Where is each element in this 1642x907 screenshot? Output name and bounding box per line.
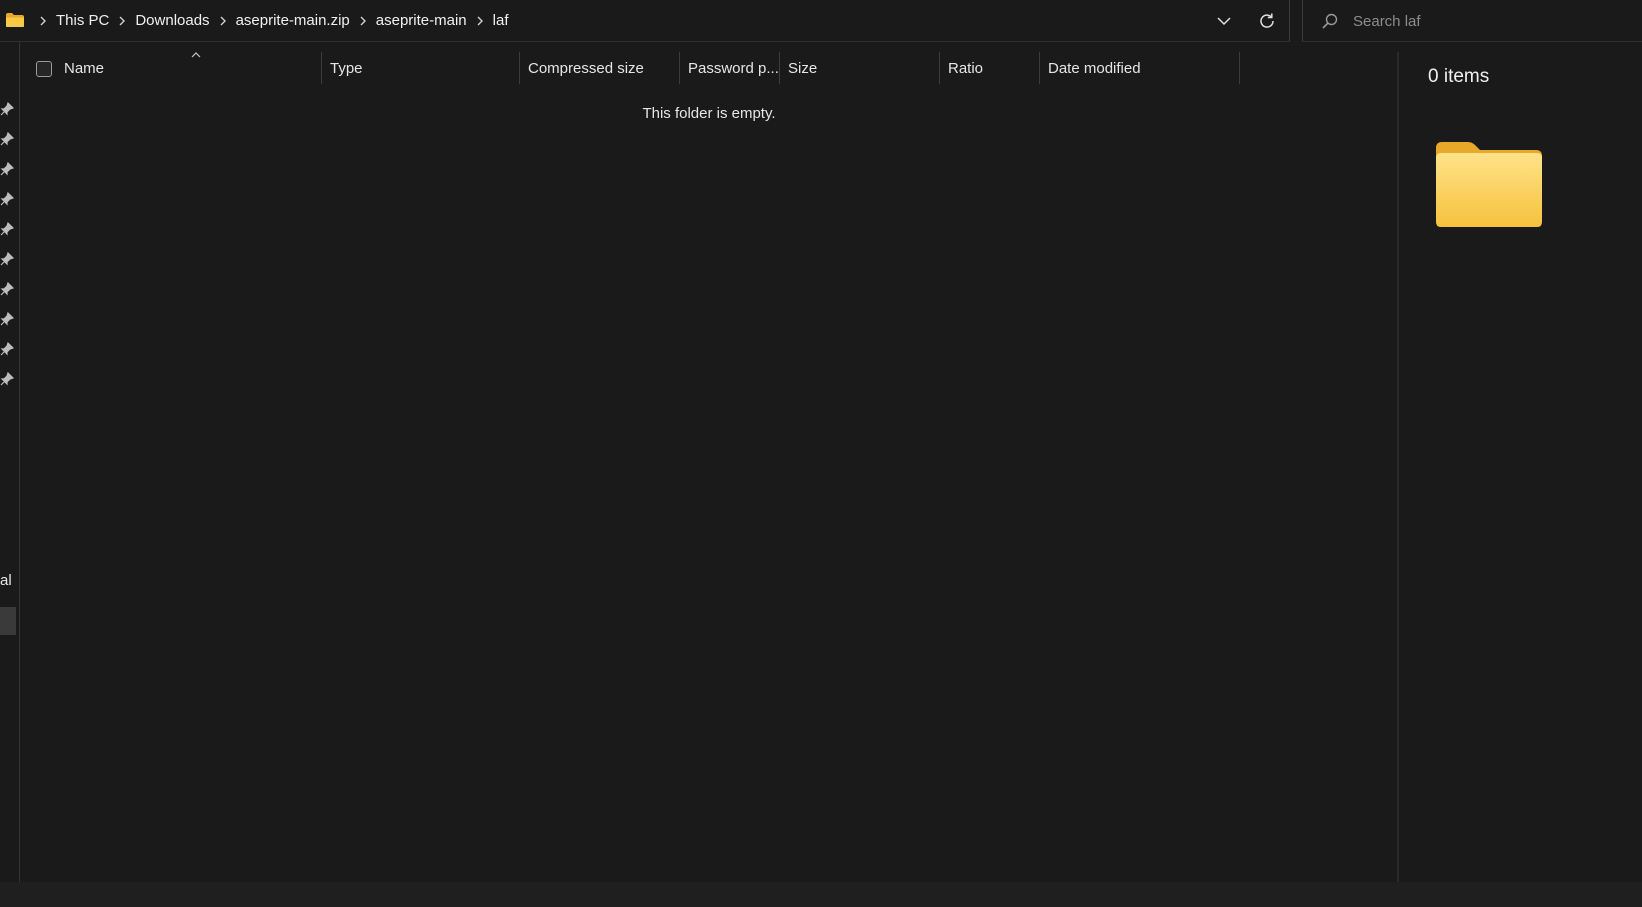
column-date-modified[interactable]: Date modified	[1040, 52, 1240, 84]
column-size[interactable]: Size	[780, 52, 940, 84]
pin-icon[interactable]	[0, 282, 14, 296]
items-count: 0 items	[1428, 66, 1490, 87]
chevron-right-icon[interactable]	[210, 16, 236, 26]
pin-icon[interactable]	[0, 132, 14, 146]
details-pane-divider[interactable]	[1397, 52, 1399, 882]
chevron-down-icon	[1217, 17, 1231, 26]
folder-icon	[1436, 142, 1542, 227]
refresh-button[interactable]	[1255, 9, 1279, 33]
breadcrumb: This PC Downloads aseprite-main.zip asep…	[30, 0, 509, 41]
navigation-pane: al	[0, 42, 20, 882]
column-password-protected[interactable]: Password p...	[680, 52, 780, 84]
breadcrumb-item-downloads[interactable]: Downloads	[135, 12, 209, 29]
column-compressed-size[interactable]: Compressed size	[520, 52, 680, 84]
status-bar	[0, 882, 1642, 907]
chevron-right-icon[interactable]	[350, 16, 376, 26]
chevron-right-icon[interactable]	[467, 16, 493, 26]
pin-icon[interactable]	[0, 252, 14, 266]
search-input[interactable]	[1353, 8, 1633, 34]
empty-folder-message: This folder is empty.	[642, 105, 776, 122]
column-name[interactable]: Name	[56, 52, 322, 84]
pin-icon[interactable]	[0, 222, 14, 236]
search-box[interactable]	[1302, 0, 1642, 42]
breadcrumb-item-laf[interactable]: laf	[493, 12, 509, 29]
chevron-right-icon[interactable]	[30, 16, 56, 26]
address-bar[interactable]: This PC Downloads aseprite-main.zip asep…	[0, 0, 1290, 42]
chevron-right-icon[interactable]	[109, 16, 135, 26]
folder-icon	[6, 13, 24, 27]
pin-icon[interactable]	[0, 192, 14, 206]
column-ratio[interactable]: Ratio	[940, 52, 1040, 84]
pin-icon[interactable]	[0, 162, 14, 176]
refresh-icon	[1260, 13, 1274, 28]
address-history-button[interactable]	[1212, 9, 1236, 33]
pin-icon[interactable]	[0, 312, 14, 326]
nav-item-partial-label[interactable]: al	[0, 572, 12, 589]
nav-item-selected[interactable]	[0, 607, 16, 635]
search-icon	[1322, 13, 1338, 29]
breadcrumb-item-aseprite-main[interactable]: aseprite-main	[376, 12, 467, 29]
breadcrumb-item-zip[interactable]: aseprite-main.zip	[236, 12, 350, 29]
pin-icon[interactable]	[0, 102, 14, 116]
column-header-row: Name Type Compressed size Password p... …	[20, 52, 1242, 88]
breadcrumb-item-this-pc[interactable]: This PC	[56, 12, 109, 29]
select-all-checkbox[interactable]	[36, 61, 52, 77]
pin-icon[interactable]	[0, 342, 14, 356]
column-type[interactable]: Type	[322, 52, 520, 84]
pin-icon[interactable]	[0, 372, 14, 386]
